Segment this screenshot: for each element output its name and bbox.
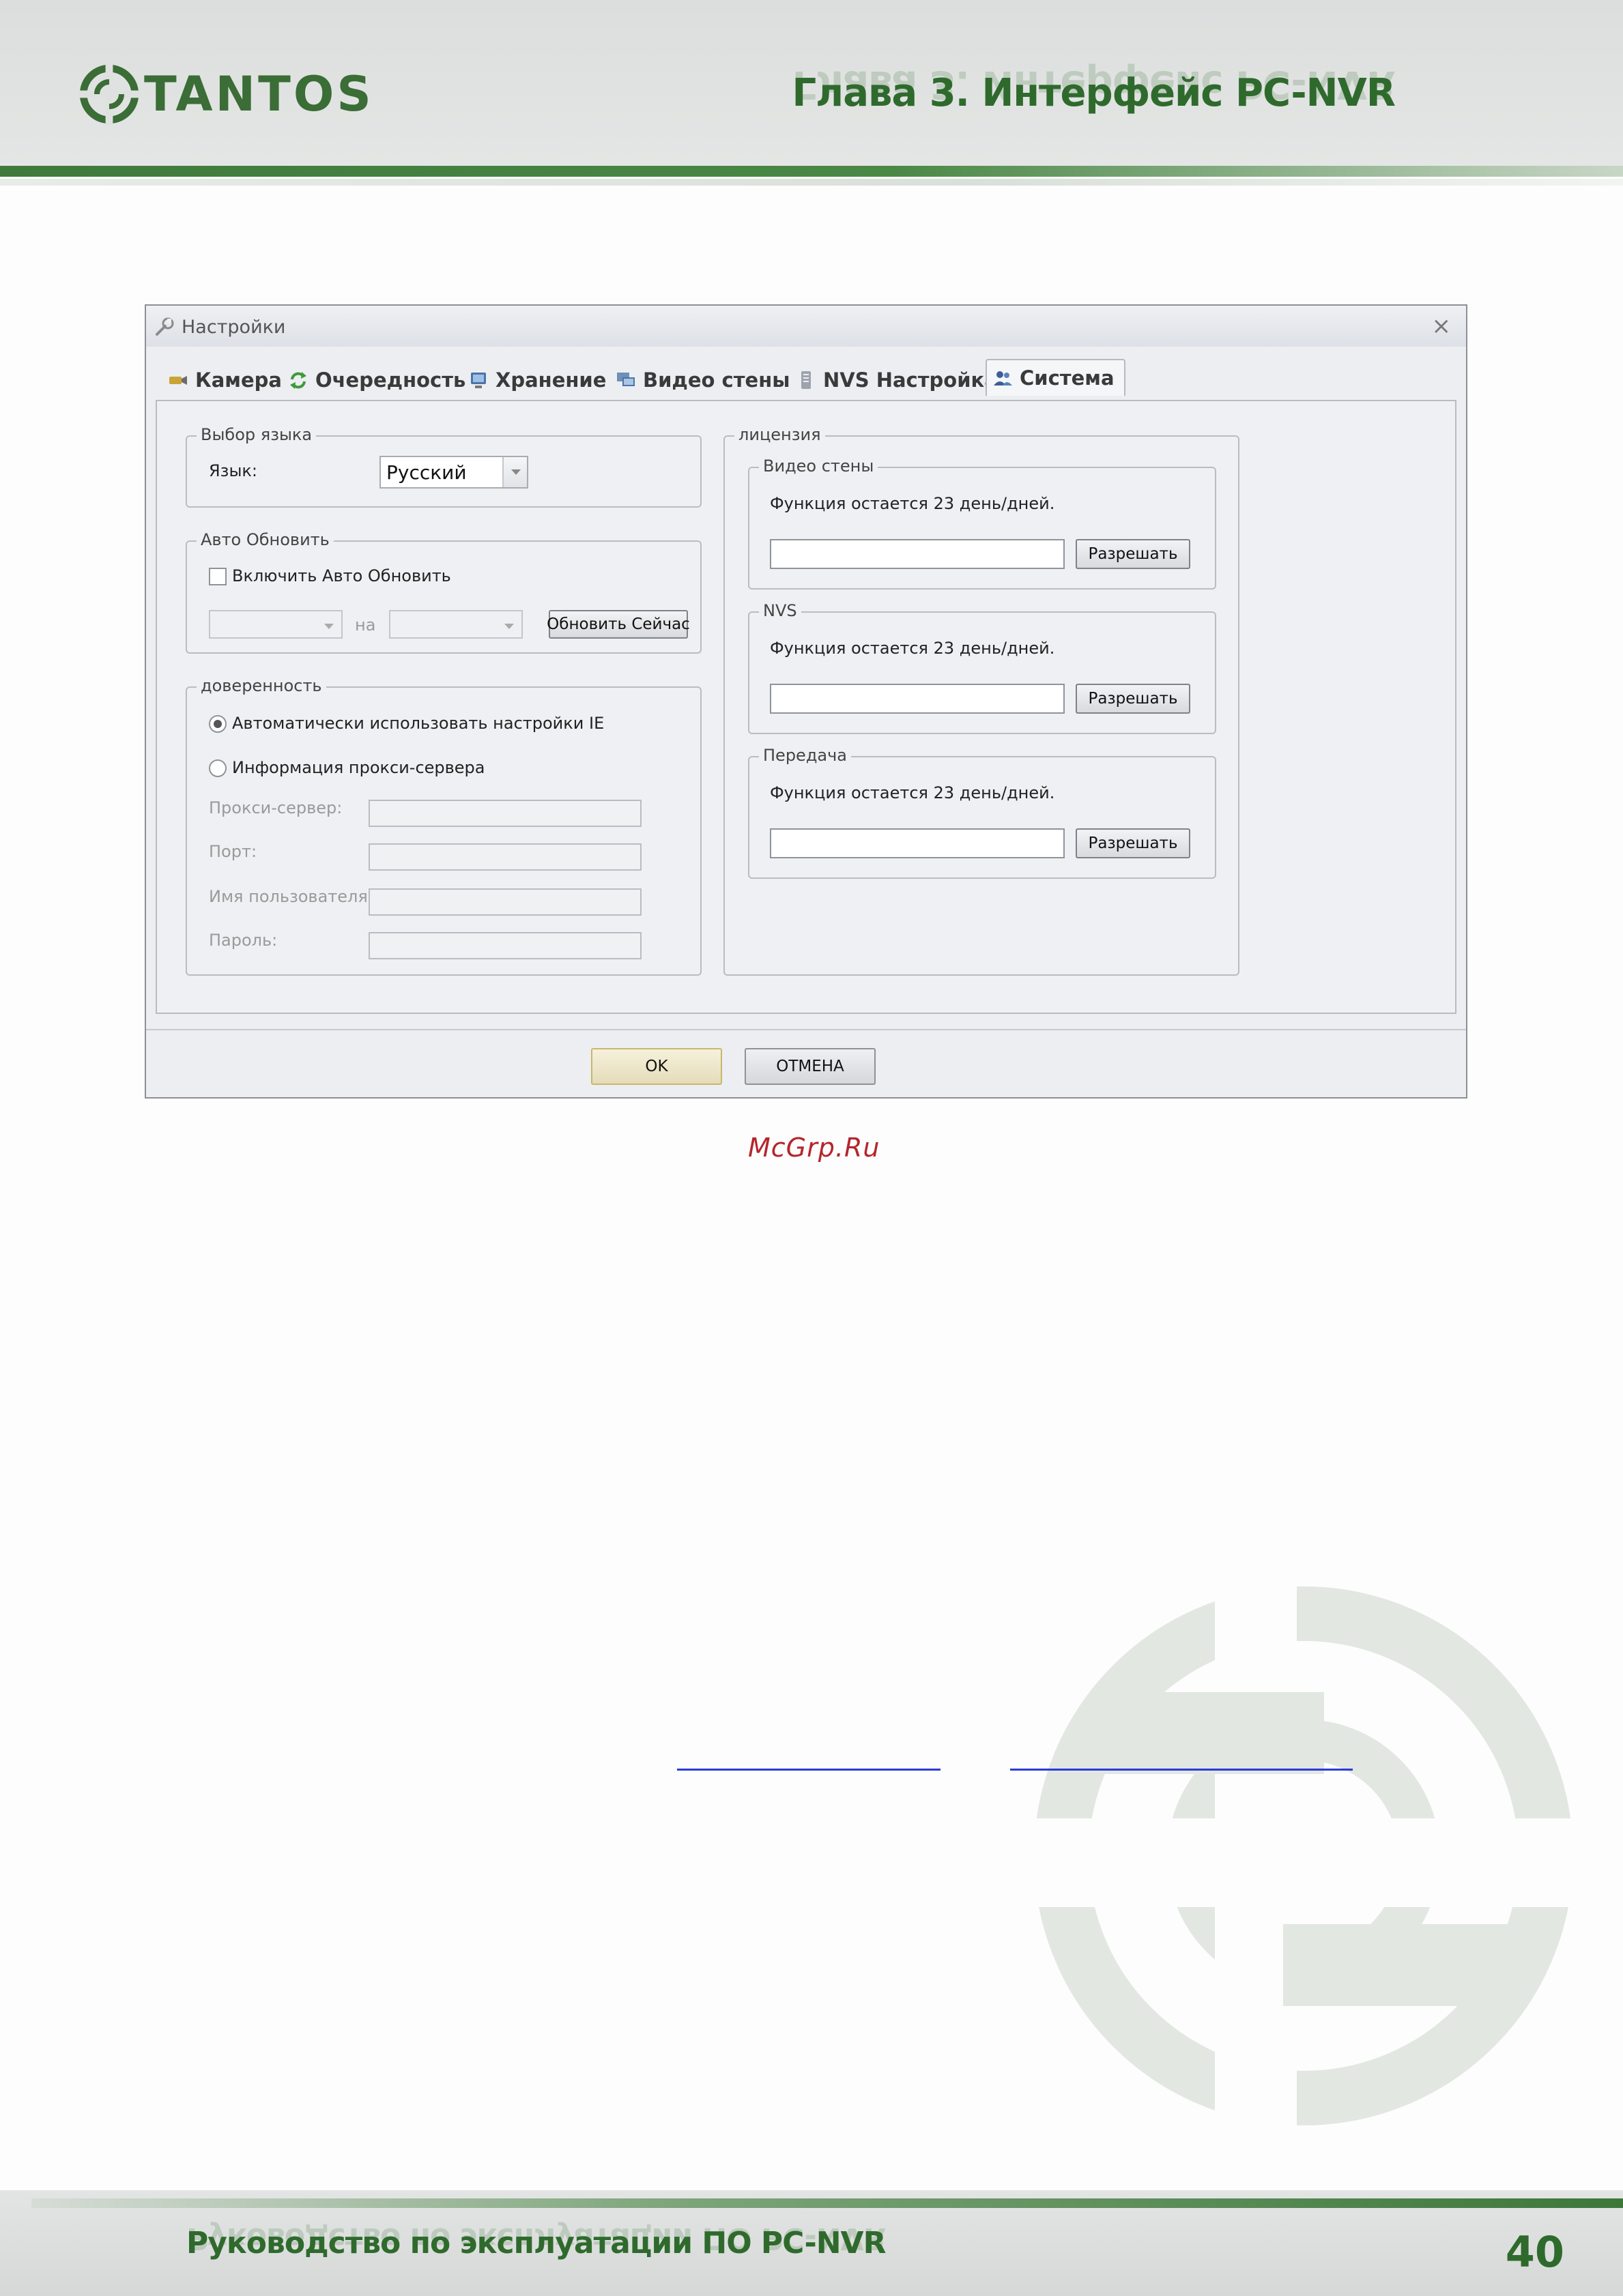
license-group-legend: лицензия <box>734 425 825 444</box>
license-video-walls-message: Функция остается 23 день/дней. <box>770 494 1055 513</box>
update-to-select[interactable] <box>389 610 523 639</box>
close-button[interactable]: × <box>1432 313 1452 340</box>
proxy-group-legend: доверенность <box>197 676 326 695</box>
page-number: 40 <box>1505 2227 1564 2277</box>
users-icon <box>994 371 1012 386</box>
auto-update-group: Авто Обновить Включить Авто Обновить на … <box>186 530 702 654</box>
license-nvs-legend: NVS <box>759 601 801 620</box>
tab-video-walls-label: Видео стены <box>643 368 790 392</box>
language-select[interactable]: Русский <box>379 456 528 489</box>
license-nvs-key-input[interactable] <box>770 684 1065 714</box>
proxy-auto-label: Автоматически использовать настройки IE <box>232 714 605 733</box>
hyperlink-underline-2[interactable] <box>1010 1769 1353 1771</box>
license-transfer-legend: Передача <box>759 746 851 765</box>
proxy-server-input[interactable] <box>369 800 642 827</box>
tab-nvs-settings-label: NVS Настройка <box>823 368 998 392</box>
license-video-walls-legend: Видео стены <box>759 456 878 476</box>
chevron-down-icon[interactable] <box>317 611 341 637</box>
proxy-password-label: Пароль: <box>209 931 278 950</box>
update-between-label: на <box>355 615 376 635</box>
license-transfer-key-input[interactable] <box>770 828 1065 858</box>
language-group: Выбор языка Язык: Русский <box>186 425 702 508</box>
proxy-port-label: Порт: <box>209 842 257 861</box>
license-video-walls-allow-button[interactable]: Разрешать <box>1076 539 1190 569</box>
auto-update-group-legend: Авто Обновить <box>197 530 334 549</box>
dialog-title: Настройки <box>182 317 286 338</box>
license-transfer-allow-button[interactable]: Разрешать <box>1076 828 1190 858</box>
proxy-manual-label: Информация прокси-сервера <box>232 758 485 777</box>
footer-rule <box>31 2198 1623 2208</box>
tab-camera-label: Камера <box>195 368 282 392</box>
proxy-auto-radio[interactable] <box>209 715 227 733</box>
tantos-logo: TANTOS <box>78 63 374 125</box>
video-wall-icon <box>617 373 635 386</box>
tab-video-walls[interactable]: Видео стены <box>616 363 790 397</box>
license-transfer-message: Функция остается 23 день/дней. <box>770 783 1055 802</box>
license-transfer-section: Передача Функция остается 23 день/дней. … <box>748 746 1216 879</box>
proxy-server-label: Прокси-сервер: <box>209 798 343 817</box>
system-tab-panel: Выбор языка Язык: Русский Авто Обновить … <box>156 400 1456 1014</box>
update-now-button[interactable]: Обновить Сейчас <box>547 610 690 639</box>
tab-system[interactable]: Система <box>986 359 1125 396</box>
chevron-down-icon[interactable] <box>502 457 527 487</box>
refresh-arrows-icon <box>290 372 306 389</box>
logo-text: TANTOS <box>144 66 374 122</box>
tab-storage-label: Хранение <box>495 368 607 392</box>
language-label: Язык: <box>209 461 257 480</box>
camera-icon <box>169 376 187 385</box>
chevron-down-icon[interactable] <box>497 611 521 637</box>
cancel-button[interactable]: ОТМЕНА <box>745 1048 876 1085</box>
proxy-group: доверенность Автоматически использовать … <box>186 676 702 976</box>
proxy-username-label: Имя пользователя: <box>209 887 373 906</box>
auto-update-checkbox[interactable] <box>209 568 227 585</box>
tab-camera[interactable]: Камера <box>168 363 282 397</box>
license-group: лицензия Видео стены Функция остается 23… <box>723 425 1239 976</box>
wrench-icon <box>156 317 174 336</box>
footer-title-reflection: Руководство по эксплуатации ПО PC-NVR <box>186 2221 886 2256</box>
tab-storage[interactable]: Хранение <box>468 363 606 397</box>
proxy-username-input[interactable] <box>369 888 642 916</box>
header-rule-light <box>0 179 1623 186</box>
tab-sequence[interactable]: Очередность <box>288 363 465 397</box>
update-from-select[interactable] <box>209 610 343 639</box>
dialog-footer-separator <box>146 1029 1466 1030</box>
chapter-title-reflection: Глава 3. Интерфейс PC-NVR <box>792 62 1396 106</box>
settings-dialog: Настройки × Камера Очередность Хранение … <box>145 304 1467 1099</box>
license-nvs-allow-button[interactable]: Разрешать <box>1076 684 1190 714</box>
auto-update-checkbox-label: Включить Авто Обновить <box>232 566 451 585</box>
storage-monitor-icon <box>471 373 486 388</box>
server-icon <box>801 371 811 389</box>
tantos-watermark-icon <box>1010 1569 1597 2129</box>
license-nvs-section: NVS Функция остается 23 день/дней. Разре… <box>748 601 1216 734</box>
proxy-manual-radio[interactable] <box>209 759 227 777</box>
mcgrp-link[interactable]: McGrp.Ru <box>748 1133 880 1163</box>
language-group-legend: Выбор языка <box>197 425 317 444</box>
tab-system-label: Система <box>1020 366 1115 390</box>
dialog-titlebar[interactable]: Настройки × <box>146 306 1466 347</box>
hyperlink-underline-1[interactable] <box>677 1769 940 1771</box>
tab-nvs-settings[interactable]: NVS Настройка <box>796 363 998 397</box>
proxy-port-input[interactable] <box>369 843 642 871</box>
header-rule <box>0 166 1623 177</box>
tab-sequence-label: Очередность <box>315 368 466 392</box>
license-nvs-message: Функция остается 23 день/дней. <box>770 639 1055 658</box>
license-video-walls-key-input[interactable] <box>770 539 1065 569</box>
ok-button[interactable]: OK <box>591 1048 722 1085</box>
language-select-value: Русский <box>386 461 467 484</box>
proxy-password-input[interactable] <box>369 932 642 959</box>
license-video-walls-section: Видео стены Функция остается 23 день/дне… <box>748 456 1216 590</box>
tantos-logo-icon <box>78 63 140 125</box>
